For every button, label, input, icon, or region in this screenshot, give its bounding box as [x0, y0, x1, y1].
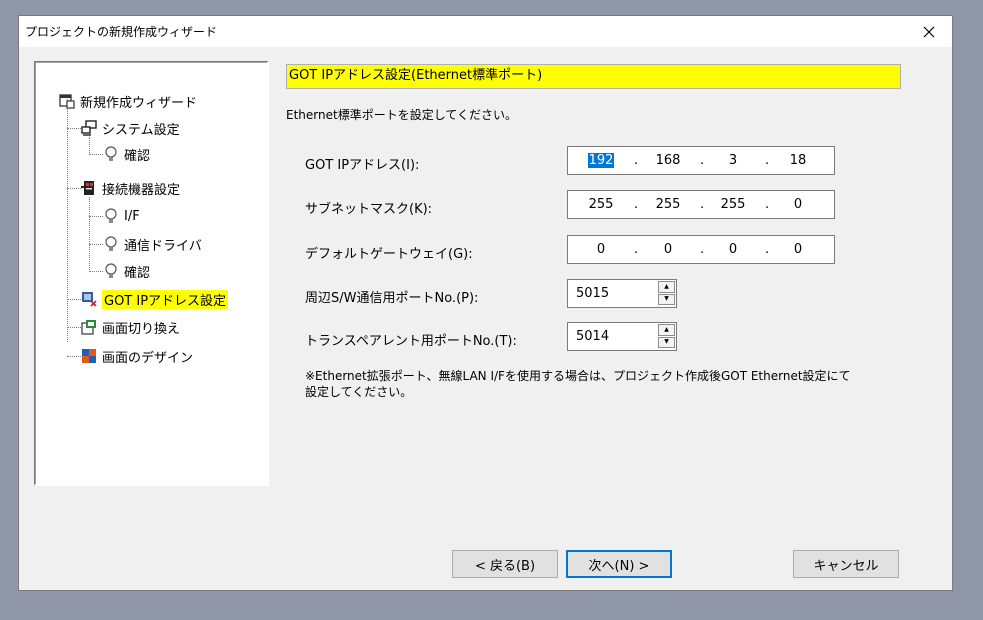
spin-up-icon[interactable]: ▲ — [658, 281, 675, 293]
bulb-icon — [105, 208, 117, 223]
wizard-icon — [59, 94, 75, 109]
ip-dot: . — [634, 197, 639, 212]
transparent-port-value: 5014 — [576, 329, 610, 344]
peripheral-port-value: 5015 — [576, 286, 610, 301]
subnet-octet-2[interactable]: 255 — [648, 197, 688, 212]
ip-octet-3[interactable]: 3 — [713, 153, 753, 168]
gateway-label: デフォルトゲートウェイ(G): — [305, 247, 473, 262]
tree-item-connected-device-settings[interactable]: 接続機器設定 — [81, 177, 180, 199]
tree-item-system-settings[interactable]: システム設定 — [81, 117, 180, 139]
transparent-port-spinner[interactable]: ▲ ▼ — [658, 324, 675, 349]
tree-item-interface[interactable]: I/F — [103, 205, 140, 227]
section-header: GOT IPアドレス設定(Ethernet標準ポート) — [286, 64, 901, 89]
tree-label: I/F — [124, 208, 140, 224]
tree-label: 通信ドライバ — [124, 238, 202, 254]
ip-octet-2[interactable]: 168 — [648, 153, 688, 168]
tree-label-selected: GOT IPアドレス設定 — [102, 289, 229, 309]
section-description: Ethernet標準ポートを設定してください。 — [286, 108, 517, 122]
spin-down-icon[interactable]: ▼ — [658, 336, 675, 348]
tree-label: システム設定 — [102, 122, 180, 138]
bulb-icon — [105, 236, 117, 251]
default-gateway-input[interactable]: 0 . 0 . 0 . 0 — [567, 235, 835, 264]
ip-octet-1[interactable]: 192 — [581, 153, 621, 168]
window-title: プロジェクトの新規作成ウィザード — [25, 25, 218, 39]
gateway-octet-4[interactable]: 0 — [778, 242, 818, 257]
title-bar: プロジェクトの新規作成ウィザード — [19, 16, 952, 47]
next-button[interactable]: 次へ(N) > — [566, 550, 672, 578]
spin-up-icon[interactable]: ▲ — [658, 324, 675, 336]
tree-label: 接続機器設定 — [102, 182, 181, 198]
back-button[interactable]: < 戻る(B) — [452, 550, 558, 578]
transparent-port-label: トランスペアレント用ポートNo.(T): — [305, 334, 517, 349]
subnet-mask-input[interactable]: 255 . 255 . 255 . 0 — [567, 190, 835, 219]
tree-label: 確認 — [124, 148, 151, 164]
subnet-octet-3[interactable]: 255 — [713, 197, 753, 212]
got-ip-label: GOT IPアドレス(I): — [305, 158, 420, 173]
system-icon — [81, 120, 97, 136]
peripheral-port-spinner[interactable]: ▲ ▼ — [658, 281, 675, 306]
transparent-port-stepper[interactable]: 5014 ▲ ▼ — [567, 322, 677, 351]
peripheral-port-label: 周辺S/W通信用ポートNo.(P): — [305, 291, 479, 306]
bulb-icon — [105, 146, 117, 161]
tree-label: 画面切り換え — [102, 321, 181, 337]
ip-dot: . — [634, 242, 639, 257]
close-icon — [923, 26, 935, 37]
design-icon — [82, 349, 96, 363]
bulb-icon — [105, 263, 117, 278]
tree-item-communication-driver[interactable]: 通信ドライバ — [103, 233, 202, 255]
device-icon — [81, 181, 94, 195]
tree-item-screen-design[interactable]: 画面のデザイン — [81, 345, 193, 367]
tree-item-confirm-device[interactable]: 確認 — [103, 260, 150, 282]
gateway-octet-1[interactable]: 0 — [581, 242, 621, 257]
tree-label: 確認 — [124, 265, 151, 281]
wizard-step-tree[interactable]: 新規作成ウィザード システム設定 確認 接続機器設定 I/F 通信ドライバ 確認… — [34, 61, 269, 486]
gateway-octet-3[interactable]: 0 — [713, 242, 753, 257]
ip-octet-4[interactable]: 18 — [778, 153, 818, 168]
ip-dot: . — [700, 197, 705, 212]
close-button[interactable] — [906, 16, 952, 47]
subnet-octet-4[interactable]: 0 — [778, 197, 818, 212]
note-text: ※Ethernet拡張ポート、無線LAN I/Fを使用する場合は、プロジェクト作… — [305, 368, 925, 400]
ip-dot: . — [700, 153, 705, 168]
gateway-octet-2[interactable]: 0 — [648, 242, 688, 257]
note-line-2: 設定してください。 — [305, 385, 413, 399]
screen-switch-icon — [81, 320, 96, 335]
peripheral-port-stepper[interactable]: 5015 ▲ ▼ — [567, 279, 677, 308]
cancel-button[interactable]: キャンセル — [793, 550, 899, 578]
ip-dot: . — [765, 153, 770, 168]
tree-item-confirm-system[interactable]: 確認 — [103, 143, 150, 165]
ip-octet-1-text: 192 — [587, 153, 615, 168]
note-line-1: ※Ethernet拡張ポート、無線LAN I/Fを使用する場合は、プロジェクト作… — [305, 369, 851, 383]
ip-dot: . — [765, 242, 770, 257]
tree-label: 新規作成ウィザード — [80, 95, 198, 111]
tree-item-screen-switching[interactable]: 画面切り換え — [81, 316, 180, 338]
ip-dot: . — [700, 242, 705, 257]
network-icon — [82, 292, 97, 307]
tree-label: 画面のデザイン — [102, 350, 194, 366]
ip-dot: . — [634, 153, 639, 168]
ip-dot: . — [765, 197, 770, 212]
subnet-octet-1[interactable]: 255 — [581, 197, 621, 212]
tree-item-new-project-wizard[interactable]: 新規作成ウィザード — [59, 90, 197, 112]
wizard-dialog: プロジェクトの新規作成ウィザード 新規作成ウィザード システム設定 確認 接続機… — [18, 15, 953, 591]
tree-item-got-ip-settings[interactable]: GOT IPアドレス設定 — [81, 288, 229, 310]
spin-down-icon[interactable]: ▼ — [658, 293, 675, 305]
subnet-label: サブネットマスク(K): — [305, 202, 433, 217]
got-ip-address-input[interactable]: 192 . 168 . 3 . 18 — [567, 146, 835, 175]
